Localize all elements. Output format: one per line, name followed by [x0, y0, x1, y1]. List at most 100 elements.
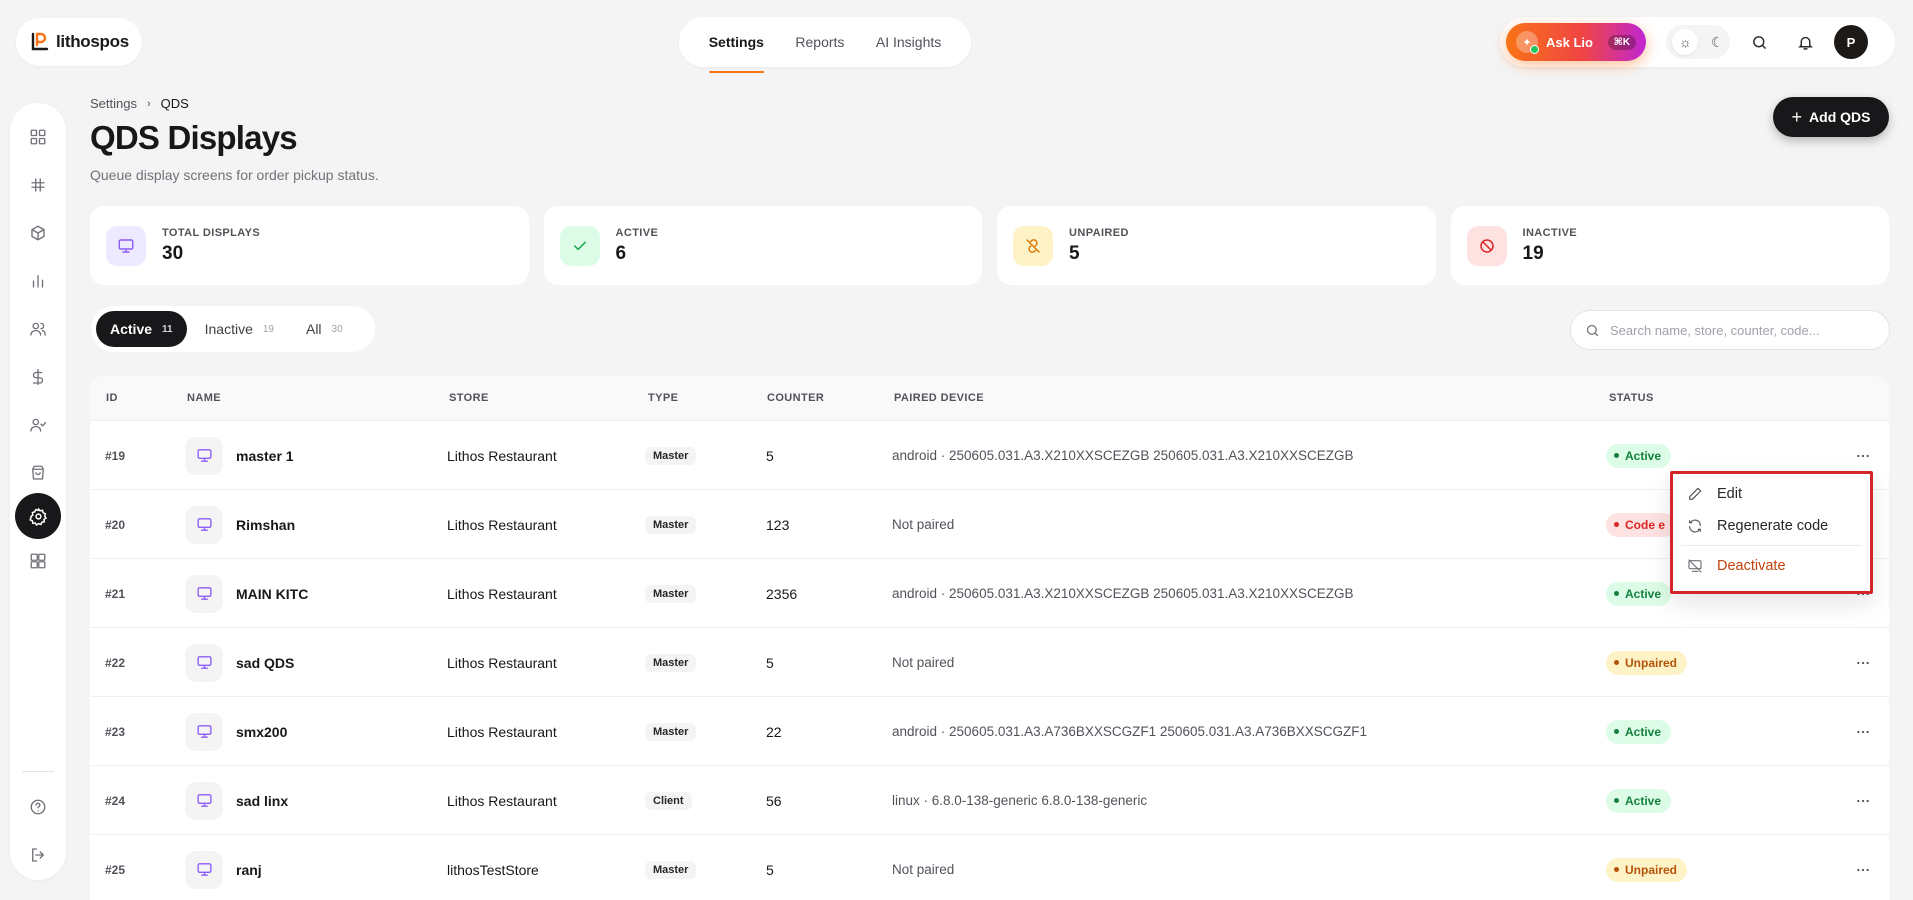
box-icon — [31, 225, 45, 241]
table-row[interactable]: #21 MAIN KITC Lithos Restaurant Master 2356 a… — [90, 559, 1889, 628]
sparkle-icon: ✦ — [1516, 31, 1539, 54]
stat-card-inactive: INACTIVE 19 — [1450, 206, 1889, 285]
sidebar-item-tables[interactable] — [18, 165, 58, 205]
sidebar-item-payments[interactable] — [18, 357, 58, 397]
row-type-cell: Master — [645, 559, 697, 628]
status-badge: Active — [1606, 443, 1672, 468]
tab-ai-insights[interactable]: AI Insights — [876, 17, 941, 67]
filter-all[interactable]: All 30 — [292, 311, 357, 347]
status-badge: Active — [1606, 719, 1672, 744]
sidebar-item-logout[interactable] — [18, 835, 58, 875]
row-name[interactable]: Rimshan — [236, 517, 295, 533]
sun-icon[interactable]: ☼ — [1672, 29, 1699, 55]
status-badge: Code e — [1606, 512, 1676, 537]
row-status-cell: Unpaired — [1606, 628, 1688, 697]
sidebar-item-reports[interactable] — [18, 261, 58, 301]
table-row[interactable]: #20 Rimshan Lithos Restaurant Master 123 Not … — [90, 490, 1889, 559]
menu-regenerate-code[interactable]: Regenerate code — [1681, 510, 1862, 542]
refresh-icon — [1689, 519, 1701, 533]
unlink-icon — [1013, 225, 1053, 266]
row-counter: 123 — [766, 516, 790, 533]
row-more-button[interactable] — [1852, 697, 1874, 766]
stat-value: 30 — [162, 242, 184, 264]
row-id: #20 — [105, 517, 126, 532]
row-name-cell: sad linx — [185, 766, 288, 835]
notifications-button[interactable] — [1788, 25, 1822, 59]
sidebar-item-staff[interactable] — [18, 405, 58, 445]
more-horizontal-icon — [1857, 454, 1869, 457]
row-name-cell: Rimshan — [185, 490, 295, 559]
tab-reports[interactable]: Reports — [795, 17, 844, 67]
row-name[interactable]: ranj — [236, 862, 262, 878]
dollar-icon — [32, 368, 44, 386]
table-row[interactable]: #24 sad linx Lithos Restaurant Client 56 linu… — [90, 766, 1889, 835]
menu-deactivate[interactable]: Deactivate — [1681, 550, 1862, 582]
row-type-cell: Master — [645, 421, 697, 490]
type-pill: Master — [645, 722, 697, 741]
table-row[interactable]: #23 smx200 Lithos Restaurant Master 22 androi… — [90, 697, 1889, 766]
row-name[interactable]: sad QDS — [236, 655, 294, 671]
menu-edit[interactable]: Edit — [1681, 478, 1862, 510]
logout-icon — [32, 848, 45, 862]
stat-value: 6 — [615, 242, 627, 264]
ban-icon — [1466, 225, 1507, 266]
table-row[interactable]: #25 ranj lithosTestStore Master 5 Not paired U… — [90, 835, 1889, 900]
brand-logo[interactable]: lithospos — [16, 18, 142, 66]
filter-count: 11 — [162, 323, 173, 335]
row-type-cell: Master — [645, 490, 697, 559]
row-more-button[interactable] — [1852, 835, 1874, 900]
hash-grid-icon — [31, 178, 45, 192]
status-badge: Active — [1606, 581, 1672, 606]
search-input[interactable] — [1610, 322, 1870, 338]
breadcrumb-parent[interactable]: Settings — [90, 96, 137, 111]
filter-count: 19 — [262, 323, 274, 335]
user-avatar[interactable]: P — [1834, 25, 1868, 59]
stats-row: TOTAL DISPLAYS 30 ACTIVE 6 UNPAIRED 5 IN… — [90, 206, 1889, 285]
row-counter: 2356 — [766, 585, 798, 602]
row-counter: 56 — [766, 792, 782, 809]
moon-icon[interactable]: ☾ — [1711, 34, 1724, 51]
type-pill: Master — [645, 515, 697, 534]
row-paired-device: android · 250605.031.A3.X210XXSCEZGB 250… — [892, 448, 1354, 463]
ask-lio-button[interactable]: ✦ Ask Lio ⌘K — [1506, 23, 1646, 61]
table-row[interactable]: #19 master 1 Lithos Restaurant Master 5 andro… — [90, 421, 1889, 490]
menu-divider — [1681, 545, 1862, 546]
column-type: TYPE — [648, 392, 679, 404]
row-status-cell: Unpaired — [1606, 835, 1688, 900]
user-check-icon — [30, 418, 47, 432]
row-name[interactable]: master 1 — [236, 448, 294, 464]
row-id: #23 — [105, 724, 126, 739]
sidebar-item-users[interactable] — [18, 309, 58, 349]
users-icon — [30, 322, 46, 336]
filter-active[interactable]: Active 11 — [96, 311, 187, 347]
row-more-button[interactable] — [1852, 628, 1874, 697]
stat-card-total: TOTAL DISPLAYS 30 — [90, 206, 529, 285]
tab-settings[interactable]: Settings — [708, 17, 765, 73]
row-name[interactable]: smx200 — [236, 724, 287, 740]
row-more-button[interactable] — [1852, 766, 1874, 835]
search-button[interactable] — [1742, 25, 1776, 59]
row-status-cell: Code e — [1606, 490, 1676, 559]
sidebar-item-apps[interactable] — [18, 541, 58, 581]
sidebar-item-settings[interactable] — [15, 493, 61, 539]
menu-edit-label: Edit — [1717, 486, 1742, 502]
row-paired-device: android · 250605.031.A3.X210XXSCEZGB 250… — [892, 586, 1354, 601]
filter-inactive[interactable]: Inactive 19 — [191, 311, 288, 347]
column-status: STATUS — [1609, 392, 1654, 404]
help-icon — [30, 799, 46, 815]
menu-deactivate-label: Deactivate — [1717, 558, 1786, 574]
table-row[interactable]: #22 sad QDS Lithos Restaurant Master 5 Not pa… — [90, 628, 1889, 697]
sidebar-item-products[interactable] — [18, 213, 58, 253]
row-paired-device: linux · 6.8.0-138-generic 6.8.0-138-gene… — [892, 793, 1148, 808]
check-icon — [559, 225, 600, 266]
brand-name: lithospos — [56, 32, 129, 51]
sidebar-item-inventory[interactable] — [18, 453, 58, 493]
sidebar-item-help[interactable] — [18, 787, 58, 827]
type-pill: Client — [645, 791, 692, 810]
sidebar-item-dashboard[interactable] — [18, 117, 58, 157]
row-paired-device: Not paired — [892, 655, 955, 670]
row-name[interactable]: sad linx — [236, 793, 288, 809]
theme-toggle[interactable]: ☼ ☾ — [1666, 25, 1730, 59]
row-name[interactable]: MAIN KITC — [236, 586, 308, 602]
add-qds-button[interactable]: + Add QDS — [1773, 97, 1889, 137]
